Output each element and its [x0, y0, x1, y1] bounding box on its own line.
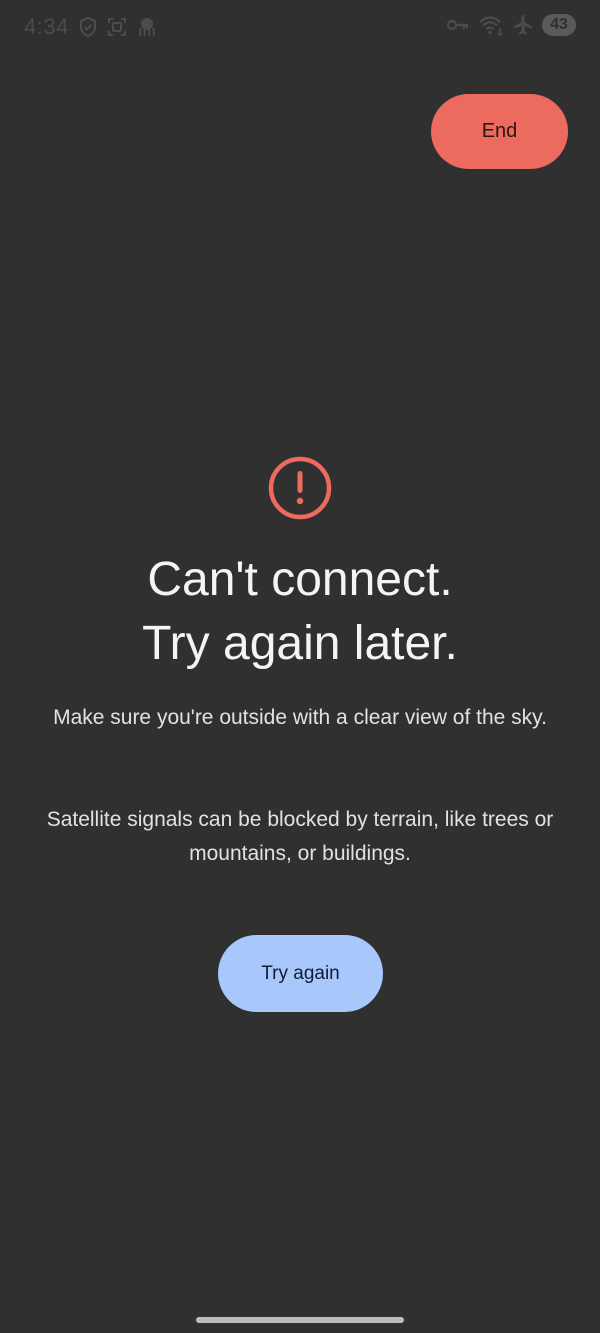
airplane-icon [512, 14, 534, 36]
try-again-button[interactable]: Try again [218, 935, 383, 1012]
error-title: Can't connect. Try again later. [0, 548, 600, 676]
octopus-icon [136, 16, 158, 38]
error-message-terrain: Satellite signals can be blocked by terr… [46, 808, 554, 865]
error-title-line-2: Try again later. [142, 617, 458, 670]
status-right-icons: 43 [446, 14, 576, 36]
end-button[interactable]: End [431, 94, 568, 169]
status-bar: 4:34 43 [0, 0, 600, 56]
error-circle-icon [268, 456, 332, 520]
status-time: 4:34 [24, 14, 69, 39]
error-title-line-1: Can't connect. [147, 553, 453, 606]
vpn-key-icon [446, 15, 470, 35]
status-left-icons [78, 16, 158, 38]
screenshot-icon [106, 16, 128, 38]
home-indicator[interactable] [196, 1317, 404, 1323]
shield-icon [78, 16, 98, 38]
error-message-sky: Make sure you're outside with a clear vi… [53, 706, 547, 729]
battery-indicator: 43 [542, 14, 576, 36]
wifi-icon [478, 14, 504, 36]
